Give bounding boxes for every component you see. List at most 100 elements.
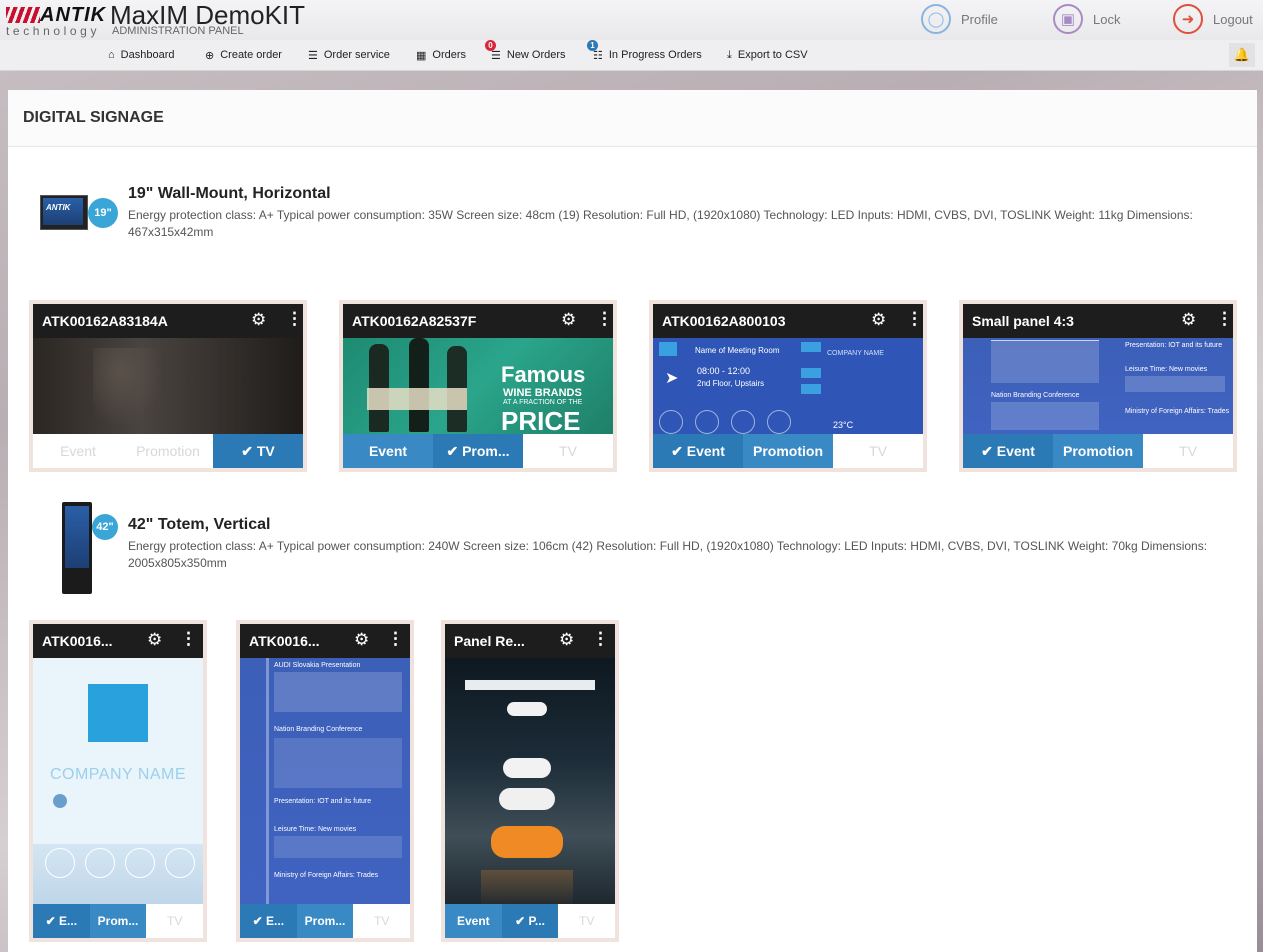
nav-export-csv[interactable]: ⤓ Export to CSV — [727, 40, 808, 70]
event-button[interactable]: Event — [343, 434, 433, 468]
check-icon: ✔ — [252, 914, 267, 928]
schedule-item: Presentation: IOT and its future — [1125, 342, 1223, 349]
more-vertical-icon[interactable]: ⋮ — [286, 309, 303, 329]
panel-preview[interactable]: COMPANY NAME — [33, 658, 203, 912]
promotion-button[interactable]: Prom... — [296, 904, 354, 938]
temperature: 23°C — [833, 420, 854, 430]
schedule-item: Presentation: IOT and its future — [274, 798, 372, 805]
panel-card: Panel Re... ⚙ ⋮ Event ✔ P... TV — [441, 620, 619, 942]
panel-preview[interactable]: Name of Meeting Room ➤ 08:00 - 12:00 2nd… — [653, 338, 923, 434]
panel-title: Small panel 4:3 — [972, 313, 1074, 329]
mode-buttons: Event ✔ P... TV — [445, 904, 615, 938]
list-icon: ☰ — [308, 49, 318, 62]
tv-button[interactable]: TV — [1143, 434, 1233, 468]
more-vertical-icon[interactable]: ⋮ — [180, 629, 197, 649]
gear-icon[interactable]: ⚙ — [871, 310, 886, 330]
logo[interactable]: ANTIK technology MaxIM DemoKIT ADMINISTR… — [6, 0, 336, 38]
promotion-button-label: Prom... — [462, 443, 510, 459]
schedule-item: Leisure Time: New movies — [1125, 366, 1208, 373]
check-icon: ✔ — [446, 442, 463, 459]
nav-orders[interactable]: ▦ Orders — [416, 40, 466, 70]
nav-label: Create order — [220, 49, 282, 61]
more-vertical-icon[interactable]: ⋮ — [596, 309, 613, 329]
plus-circle-icon: ⊕ — [205, 49, 215, 62]
event-button[interactable]: ✔ Event — [653, 434, 743, 468]
panel-preview[interactable]: Nation Branding Conference Presentation:… — [963, 338, 1233, 434]
meeting-time: 08:00 - 12:00 — [697, 366, 751, 376]
nav-create-order[interactable]: ⊕ Create order — [205, 40, 282, 70]
tv-button[interactable]: TV — [833, 434, 923, 468]
notifications-button[interactable]: 🔔 — [1229, 43, 1255, 67]
size-badge: 42" — [92, 514, 118, 540]
download-icon: ⤓ — [727, 48, 732, 61]
nav-label: Orders — [432, 49, 467, 61]
tv-button[interactable]: TV — [558, 904, 615, 938]
card-header: ATK0016... ⚙ ⋮ — [240, 624, 410, 658]
device-group-name: 42" Totem, Vertical — [128, 516, 271, 533]
device-group-description: Energy protection class: A+ Typical powe… — [128, 539, 1208, 570]
tv-button[interactable]: ✔ TV — [213, 434, 303, 468]
gear-icon[interactable]: ⚙ — [1181, 310, 1196, 330]
nav-order-service[interactable]: ☰ Order service — [308, 40, 390, 70]
schedule-item: Nation Branding Conference — [991, 392, 1080, 399]
tv-button[interactable]: TV — [146, 904, 203, 938]
schedule-item: Nation Branding Conference — [274, 726, 363, 733]
event-button[interactable]: Event — [445, 904, 502, 938]
logo-brand-sub: technology — [6, 24, 101, 38]
new-orders-badge: 0 — [485, 39, 496, 51]
logout-button[interactable]: ➜ Logout — [1173, 2, 1253, 36]
nav-dashboard[interactable]: ⌂ Dashboard — [108, 40, 174, 70]
check-icon: ✔ — [515, 914, 529, 928]
home-icon: ⌂ — [108, 49, 115, 61]
promo-line4: PRICE — [501, 406, 581, 436]
company-name: COMPANY NAME — [827, 350, 884, 357]
gear-icon[interactable]: ⚙ — [561, 310, 576, 330]
totem-icon — [62, 502, 94, 594]
profile-button[interactable]: ◯ Profile — [921, 2, 998, 36]
tv-button[interactable]: TV — [353, 904, 410, 938]
panel-header: DIGITAL SIGNAGE — [8, 90, 1257, 147]
event-button-label: Event — [996, 443, 1035, 459]
event-button[interactable]: ✔ E... — [240, 904, 297, 938]
company-name: COMPANY NAME — [49, 766, 187, 783]
logo-stripes — [6, 7, 40, 23]
panel-title: ATK00162A800103 — [662, 313, 786, 329]
nav-label: In Progress Orders — [608, 49, 702, 61]
room-name: Name of Meeting Room — [695, 346, 780, 355]
event-button[interactable]: ✔ E... — [33, 904, 90, 938]
gear-icon[interactable]: ⚙ — [251, 310, 266, 330]
gear-icon[interactable]: ⚙ — [354, 630, 369, 650]
event-button-label: E... — [59, 914, 78, 928]
profile-label: Profile — [961, 11, 998, 27]
logout-label: Logout — [1213, 11, 1253, 27]
gear-icon[interactable]: ⚙ — [559, 630, 574, 650]
mode-buttons: ✔ E... Prom... TV — [240, 904, 410, 938]
more-vertical-icon[interactable]: ⋮ — [387, 629, 404, 649]
mode-buttons: ✔ Event Promotion TV — [963, 434, 1233, 468]
more-vertical-icon[interactable]: ⋮ — [592, 629, 609, 649]
panel-preview[interactable]: AUDI Slovakia Presentation Nation Brandi… — [240, 658, 410, 912]
gear-icon[interactable]: ⚙ — [147, 630, 162, 650]
nav-in-progress-orders[interactable]: ☷ 1 In Progress Orders — [587, 39, 702, 70]
schedule-item: Ministry of Foreign Affairs: Trades — [274, 872, 379, 879]
schedule-item: AUDI Slovakia Presentation — [274, 662, 361, 669]
clipboard-icon: ☷ 1 — [587, 39, 603, 62]
promotion-button[interactable]: ✔ Prom... — [433, 434, 523, 468]
promotion-button[interactable]: Promotion — [743, 434, 833, 468]
lock-button[interactable]: ▣ Lock — [1053, 2, 1120, 36]
promotion-button[interactable]: ✔ P... — [501, 904, 559, 938]
event-button[interactable]: ✔ Event — [963, 434, 1053, 468]
panel-preview[interactable] — [445, 658, 615, 912]
promotion-button[interactable]: Promotion — [123, 434, 213, 468]
nav-new-orders[interactable]: ☰ 0 New Orders — [485, 39, 566, 70]
card-header: ATK00162A83184A ⚙ ⋮ — [33, 304, 303, 338]
panel-preview[interactable]: Famous WINE BRANDS AT A FRACTION OF THE … — [343, 338, 613, 436]
panel-preview[interactable] — [33, 338, 303, 434]
more-vertical-icon[interactable]: ⋮ — [906, 309, 923, 329]
event-button[interactable]: Event — [33, 434, 123, 468]
promotion-button[interactable]: Promotion — [1053, 434, 1143, 468]
tv-button[interactable]: TV — [523, 434, 613, 468]
more-vertical-icon[interactable]: ⋮ — [1216, 309, 1233, 329]
promotion-button[interactable]: Prom... — [89, 904, 147, 938]
promo-line3: AT A FRACTION OF THE — [503, 399, 583, 406]
